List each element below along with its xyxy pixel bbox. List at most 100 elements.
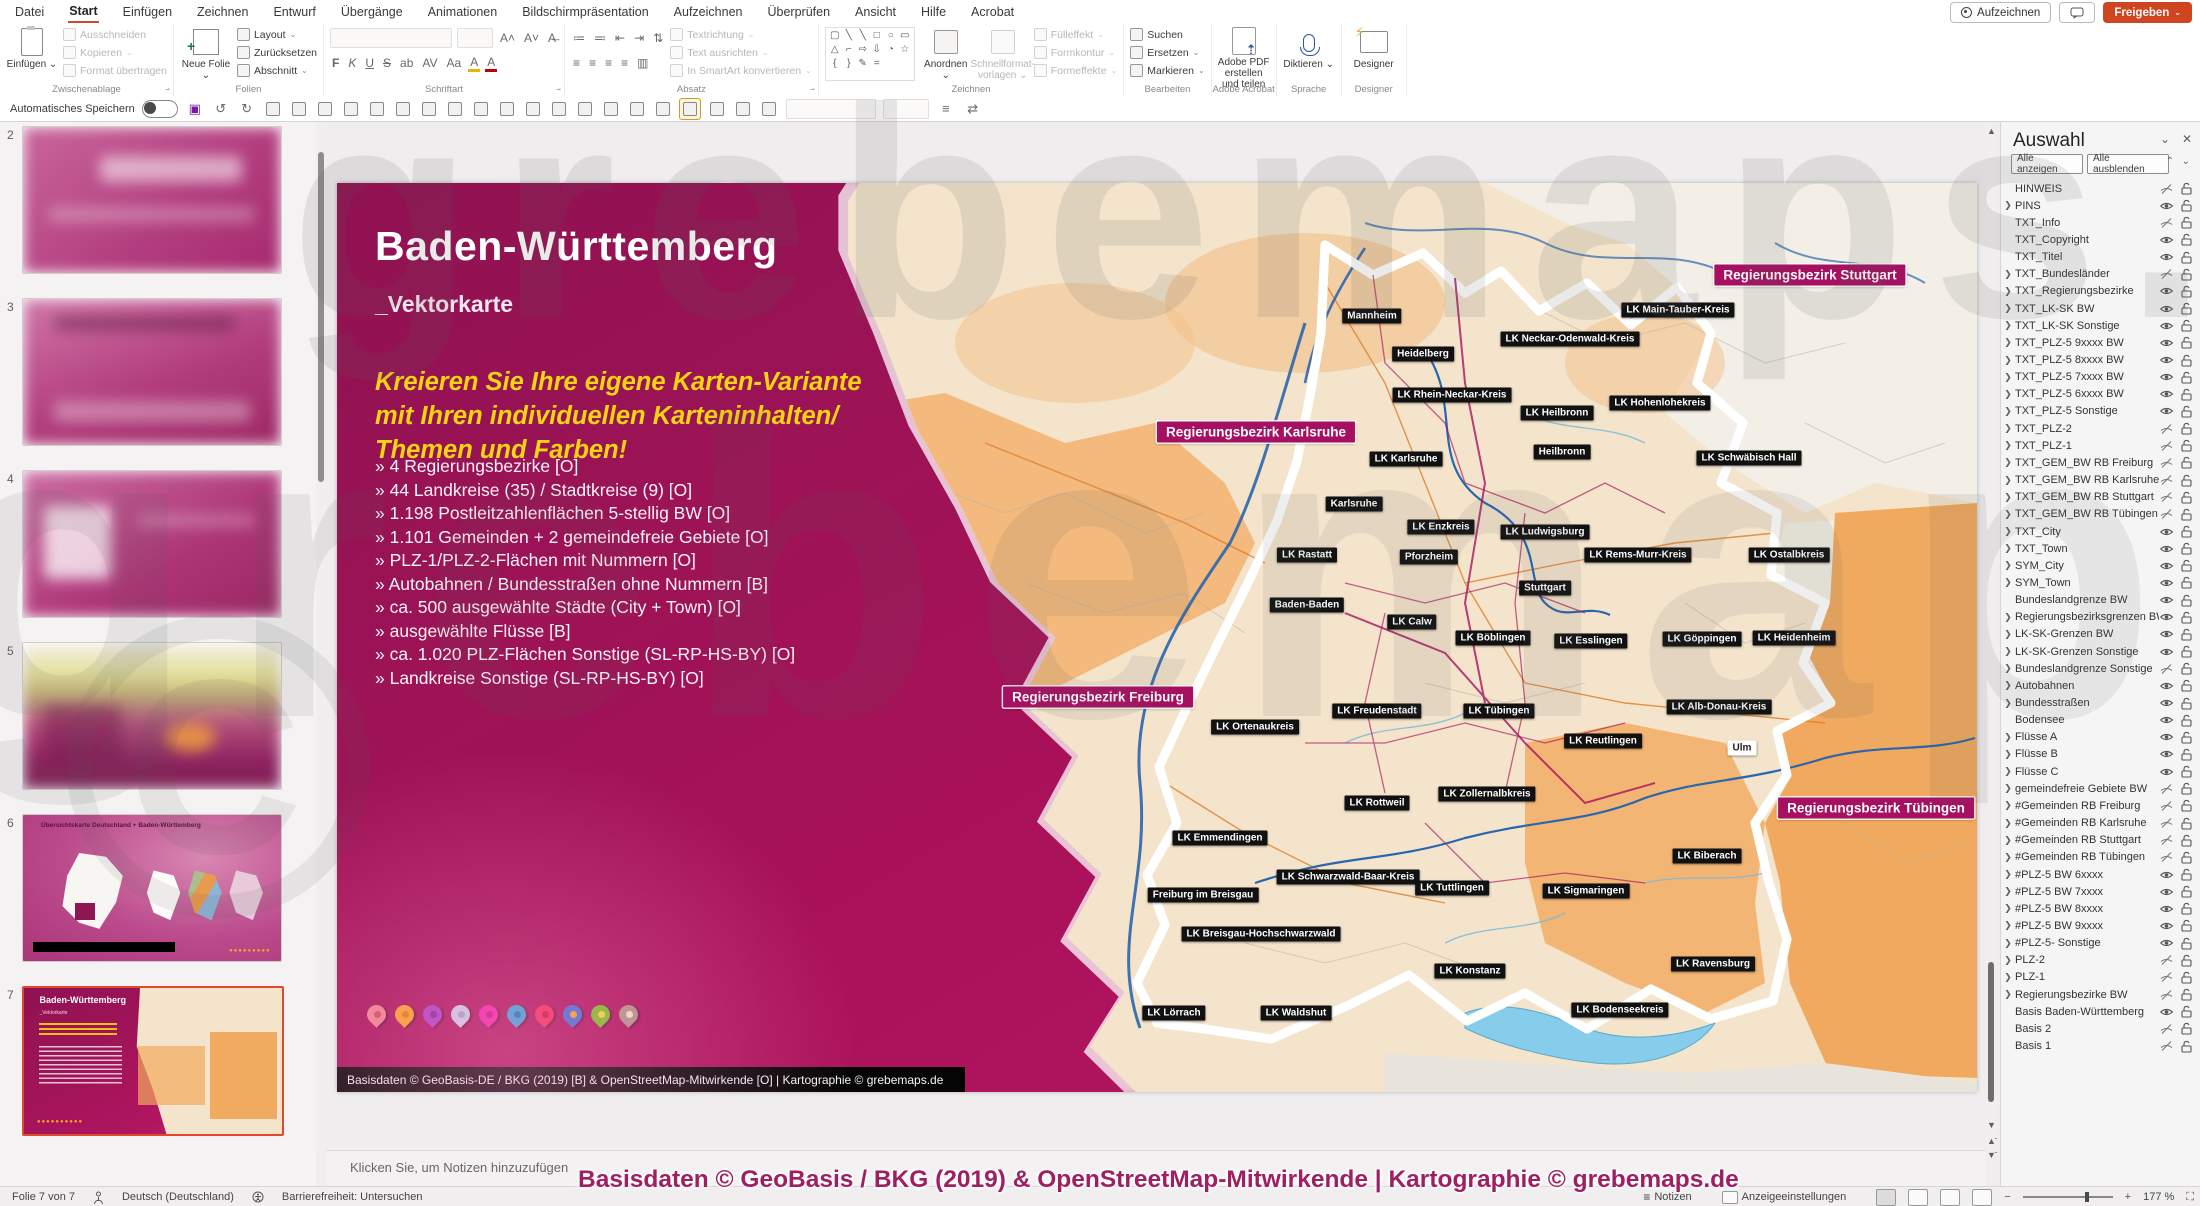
layer-name[interactable]: Basis Baden-Württemberg xyxy=(2015,1006,2159,1018)
eye-visible-icon[interactable] xyxy=(2159,697,2174,709)
layer-row-txt-plz-5-sonstige[interactable]: ❯ TXT_PLZ-5 Sonstige xyxy=(2001,403,2200,420)
unlock-icon[interactable] xyxy=(2180,371,2193,384)
font-size-dropdown[interactable] xyxy=(882,98,929,119)
eye-hidden-icon[interactable] xyxy=(2159,508,2174,520)
unlock-icon[interactable] xyxy=(2180,594,2193,607)
layer-row--plz-5-bw-9xxxx[interactable]: ❯ #PLZ-5 BW 9xxxx xyxy=(2001,917,2200,934)
layer-row-lk-sk-grenzen-sonstige[interactable]: ❯ LK-SK-Grenzen Sonstige xyxy=(2001,643,2200,660)
shape-icon[interactable]: ▢ xyxy=(828,29,842,43)
layer-name[interactable]: Flüsse A xyxy=(2015,731,2159,743)
layer-row-txt-plz-5-8xxxx-bw[interactable]: ❯ TXT_PLZ-5 8xxxx BW xyxy=(2001,352,2200,369)
unlock-icon[interactable] xyxy=(2180,182,2193,195)
display-settings-toggle[interactable]: Anzeigeeinstellungen xyxy=(1721,1190,1846,1204)
layer-row-txt-gem-bw-rb-t-bingen[interactable]: ❯ TXT_GEM_BW RB Tübingen xyxy=(2001,506,2200,523)
layer-row-txt-lk-sk-sonstige[interactable]: ❯ TXT_LK-SK Sonstige xyxy=(2001,317,2200,334)
layer-row-plz-1[interactable]: ❯ PLZ-1 xyxy=(2001,969,2200,986)
unlock-icon[interactable] xyxy=(2180,525,2193,538)
unlock-icon[interactable] xyxy=(2180,285,2193,298)
eye-visible-icon[interactable] xyxy=(2159,594,2174,606)
expand-chevron-icon[interactable]: ❯ xyxy=(2001,286,2015,297)
scroll-down-icon[interactable]: ▼ xyxy=(1987,1120,1996,1130)
layer-name[interactable]: Bundesstraßen xyxy=(2015,697,2159,709)
dialog-launcher-icon[interactable]: ⌐ xyxy=(810,85,815,94)
menu-tab-ansicht[interactable]: Ansicht xyxy=(854,2,897,22)
search-icon[interactable] xyxy=(575,99,595,119)
layer-row-basis-baden-w-rttemberg[interactable]: Basis Baden-Württemberg xyxy=(2001,1003,2200,1020)
chevron-down-icon[interactable]: ⌄ xyxy=(2160,132,2170,146)
ribbon-item-in-smartart-konvertieren[interactable]: In SmartArt konvertieren ⌄ xyxy=(670,63,812,78)
ribbon-item-markieren[interactable]: Markieren ⌄ xyxy=(1130,63,1205,78)
layer-row-txt-titel[interactable]: TXT_Titel xyxy=(2001,249,2200,266)
eye-hidden-icon[interactable] xyxy=(2159,817,2174,829)
zoom-in-icon[interactable]: + xyxy=(2125,1191,2131,1203)
expand-chevron-icon[interactable]: ❯ xyxy=(2001,955,2015,966)
eye-hidden-icon[interactable] xyxy=(2159,834,2174,846)
unlock-icon[interactable] xyxy=(2180,782,2193,795)
accessibility-status[interactable]: Barrierefreiheit: Untersuchen xyxy=(282,1191,423,1203)
shape-icon[interactable]: { xyxy=(828,57,842,71)
layer-row--plz-5-bw-7xxxx[interactable]: ❯ #PLZ-5 BW 7xxxx xyxy=(2001,883,2200,900)
unlock-icon[interactable] xyxy=(2180,508,2193,521)
ribbon-item-text-ausrichten[interactable]: Text ausrichten ⌄ xyxy=(670,45,812,60)
shape-icon[interactable]: ✎ xyxy=(856,57,870,71)
text-highlight-icon[interactable] xyxy=(497,99,517,119)
unlock-icon[interactable] xyxy=(2180,868,2193,881)
unlock-icon[interactable] xyxy=(2180,491,2193,504)
eye-hidden-icon[interactable] xyxy=(2159,423,2174,435)
expand-chevron-icon[interactable]: ❯ xyxy=(2001,749,2015,760)
shape-icon[interactable]: = xyxy=(870,57,884,71)
more-options-icon[interactable]: ⇄ xyxy=(963,99,983,119)
layer-row-basis-2[interactable]: Basis 2 xyxy=(2001,1020,2200,1037)
font-style-button-4[interactable]: ab xyxy=(398,56,415,70)
ribbon-item-textrichtung[interactable]: Textrichtung ⌄ xyxy=(670,27,812,42)
expand-chevron-icon[interactable]: ❯ xyxy=(2001,835,2015,846)
eye-visible-icon[interactable] xyxy=(2159,731,2174,743)
eye-visible-icon[interactable] xyxy=(2159,251,2174,263)
image-icon[interactable] xyxy=(759,99,779,119)
ribbon-button-designer[interactable]: Designer xyxy=(1348,24,1400,81)
unlock-icon[interactable] xyxy=(2180,302,2193,315)
layer-name[interactable]: TXT_PLZ-2 xyxy=(2015,423,2159,435)
expand-chevron-icon[interactable]: ❯ xyxy=(2001,475,2015,486)
unlock-icon[interactable] xyxy=(2180,628,2193,641)
eye-visible-icon[interactable] xyxy=(2159,405,2174,417)
expand-chevron-icon[interactable]: ❯ xyxy=(2001,818,2015,829)
font-color-icon[interactable] xyxy=(471,99,491,119)
unlock-icon[interactable] xyxy=(2180,748,2193,761)
accessibility-check-icon[interactable] xyxy=(252,1191,264,1203)
unlock-icon[interactable] xyxy=(2180,731,2193,744)
undo-icon[interactable]: ↺ xyxy=(211,99,231,119)
eye-visible-icon[interactable] xyxy=(2159,320,2174,332)
layer-name[interactable]: LK-SK-Grenzen Sonstige xyxy=(2015,646,2159,658)
eye-hidden-icon[interactable] xyxy=(2159,440,2174,452)
layer-name[interactable]: TXT_PLZ-5 9xxxx BW xyxy=(2015,337,2159,349)
shape-icon[interactable]: ╲ xyxy=(842,29,856,43)
layer-name[interactable]: #Gemeinden RB Freiburg xyxy=(2015,800,2159,812)
layer-row-pins[interactable]: ❯ PINS xyxy=(2001,197,2200,214)
layer-row-txt-gem-bw-rb-freiburg[interactable]: ❯ TXT_GEM_BW RB Freiburg xyxy=(2001,454,2200,471)
layer-name[interactable]: TXT_GEM_BW RB Karlsruhe xyxy=(2015,474,2159,486)
unlock-icon[interactable] xyxy=(2180,251,2193,264)
expand-chevron-icon[interactable]: ❯ xyxy=(2001,337,2015,348)
eye-visible-icon[interactable] xyxy=(2159,337,2174,349)
unlock-icon[interactable] xyxy=(2180,1040,2193,1053)
layer-name[interactable]: Flüsse C xyxy=(2015,766,2159,778)
slide-7-editing-surface[interactable]: Mannheim Heidelberg LK Main-Tauber-Kreis LK… xyxy=(337,183,1977,1092)
unlock-icon[interactable] xyxy=(2180,456,2193,469)
layer-name[interactable]: TXT_PLZ-5 6xxxx BW xyxy=(2015,388,2159,400)
expand-chevron-icon[interactable]: ❯ xyxy=(2001,903,2015,914)
layer-row--gemeinden-rb-stuttgart[interactable]: ❯ #Gemeinden RB Stuttgart xyxy=(2001,832,2200,849)
line-spacing-icon[interactable]: ≡ xyxy=(936,99,956,119)
layer-row-hinweis[interactable]: HINWEIS xyxy=(2001,180,2200,197)
layer-name[interactable]: #PLZ-5- Sonstige xyxy=(2015,937,2159,949)
menu-tab-überprüfen[interactable]: Überprüfen xyxy=(766,2,831,22)
layer-row--plz-5-sonstige[interactable]: ❯ #PLZ-5- Sonstige xyxy=(2001,935,2200,952)
eye-hidden-icon[interactable] xyxy=(2159,800,2174,812)
layer-name[interactable]: Bundeslandgrenze BW xyxy=(2015,594,2159,606)
layer-row-bundeslandgrenze-sonstige[interactable]: ❯ Bundeslandgrenze Sonstige xyxy=(2001,660,2200,677)
notes-placeholder[interactable]: Klicken Sie, um Notizen hinzuzufügen xyxy=(350,1160,568,1175)
hide-all-button[interactable]: Alle ausblenden xyxy=(2087,153,2169,175)
layer-row--plz-5-bw-6xxxx[interactable]: ❯ #PLZ-5 BW 6xxxx xyxy=(2001,866,2200,883)
unlock-icon[interactable] xyxy=(2180,336,2193,349)
eraser-icon[interactable] xyxy=(419,99,439,119)
